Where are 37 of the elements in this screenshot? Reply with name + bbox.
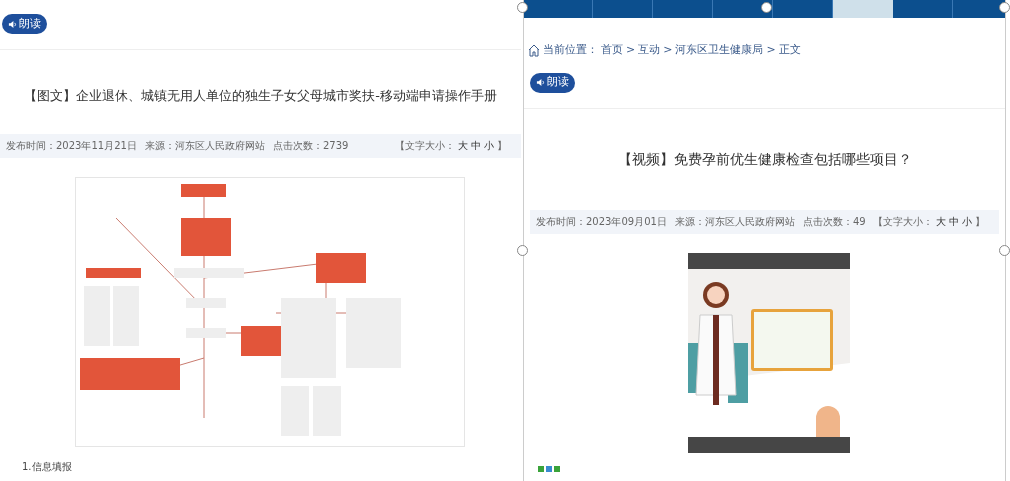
breadcrumb-separator: > <box>766 42 776 58</box>
read-aloud-button[interactable]: 朗读 <box>530 72 575 93</box>
article-title: 【视频】免费孕前优生健康检查包括哪些项目？ <box>616 149 913 169</box>
breadcrumb-separator: > <box>663 42 673 58</box>
speaker-icon <box>8 19 17 29</box>
font-size-label: 【文字大小： <box>395 139 455 153</box>
font-size-link[interactable]: 小 <box>484 138 494 153</box>
source-text: 来源：河东区人民政府网站 <box>674 215 795 229</box>
view-count: 点击次数：49 <box>802 215 866 229</box>
source-text: 来源：河东区人民政府网站 <box>144 139 265 153</box>
font-size-label: 【文字大小： <box>873 215 933 229</box>
bracket-text: 】 <box>975 215 985 229</box>
breadcrumb-separator: > <box>626 42 636 58</box>
speaker-icon <box>536 78 545 87</box>
article-title: 【图文】企业退休、城镇无用人单位的独生子女父母城市奖扶-移动端申请操作手册 <box>23 87 498 105</box>
publish-date: 发布时间：2023年11月21日 <box>6 139 137 153</box>
read-aloud-button[interactable]: 朗读 <box>2 14 47 34</box>
font-size-link[interactable]: 小 <box>962 214 972 229</box>
font-size-link[interactable]: 中 <box>471 138 481 153</box>
breadcrumb-link[interactable]: 正文 <box>778 42 801 59</box>
breadcrumb-link[interactable]: 河东区卫生健康局 <box>675 42 764 59</box>
resize-handle[interactable] <box>761 2 772 13</box>
font-size-link[interactable]: 大 <box>936 214 946 229</box>
breadcrumb-link[interactable]: 首页 <box>601 42 623 59</box>
breadcrumb-label: 当前位置： <box>543 42 598 58</box>
publish-date: 发布时间：2023年09月01日 <box>536 215 667 229</box>
section-heading: 1.信息填报 <box>22 459 73 474</box>
resize-handle[interactable] <box>999 245 1010 256</box>
home-icon <box>528 43 540 57</box>
resize-handle[interactable] <box>517 2 528 13</box>
view-count: 点击次数：2739 <box>272 139 349 153</box>
resize-handle[interactable] <box>517 245 528 256</box>
bracket-text: 】 <box>497 139 507 153</box>
font-size-link[interactable]: 中 <box>949 214 959 229</box>
resize-handle[interactable] <box>999 2 1010 13</box>
font-size-link[interactable]: 大 <box>458 138 468 153</box>
breadcrumb-link[interactable]: 互动 <box>638 42 661 59</box>
